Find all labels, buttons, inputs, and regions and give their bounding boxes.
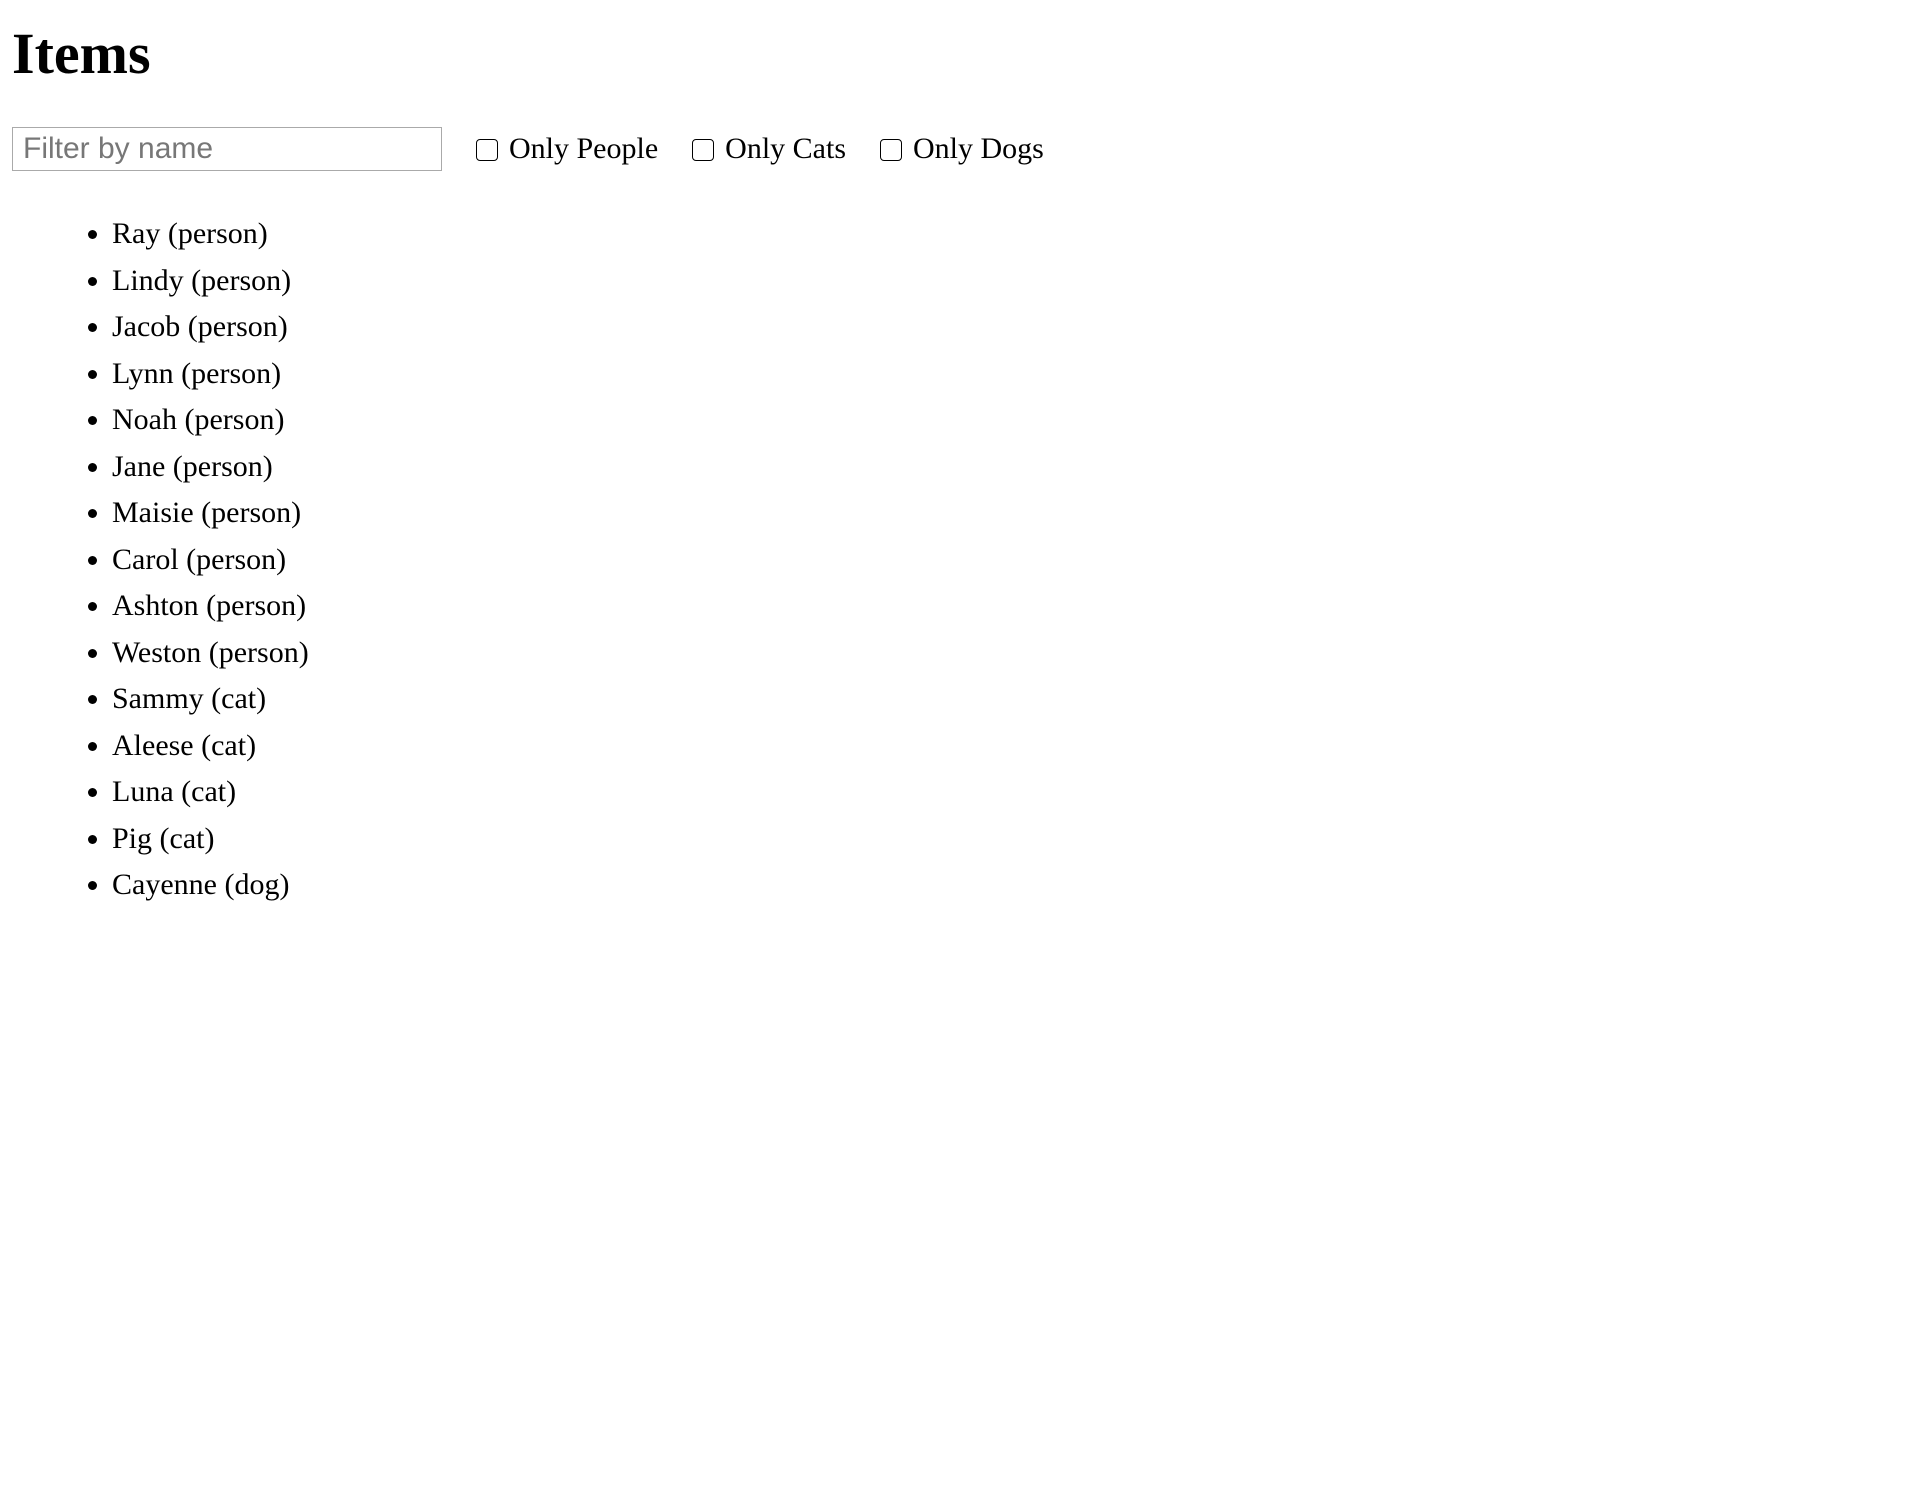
list-item: Ashton (person) (112, 583, 1908, 630)
page-title: Items (12, 20, 1908, 87)
list-item: Carol (person) (112, 537, 1908, 584)
list-item: Lynn (person) (112, 351, 1908, 398)
list-item: Weston (person) (112, 630, 1908, 677)
only-cats-text: Only Cats (725, 132, 846, 166)
only-people-label[interactable]: Only People (472, 132, 658, 166)
list-item: Noah (person) (112, 397, 1908, 444)
filter-row: Only People Only Cats Only Dogs (12, 127, 1908, 171)
filter-name-input[interactable] (12, 127, 442, 171)
list-item: Jacob (person) (112, 304, 1908, 351)
list-item: Sammy (cat) (112, 676, 1908, 723)
list-item: Maisie (person) (112, 490, 1908, 537)
items-list: Ray (person)Lindy (person)Jacob (person)… (12, 211, 1908, 909)
only-cats-label[interactable]: Only Cats (688, 132, 846, 166)
list-item: Luna (cat) (112, 769, 1908, 816)
only-dogs-text: Only Dogs (913, 132, 1044, 166)
list-item: Cayenne (dog) (112, 862, 1908, 909)
list-item: Pig (cat) (112, 816, 1908, 863)
only-cats-checkbox[interactable] (692, 139, 714, 161)
only-people-text: Only People (509, 132, 658, 166)
only-dogs-checkbox[interactable] (880, 139, 902, 161)
list-item: Aleese (cat) (112, 723, 1908, 770)
only-dogs-label[interactable]: Only Dogs (876, 132, 1044, 166)
only-people-checkbox[interactable] (476, 139, 498, 161)
list-item: Ray (person) (112, 211, 1908, 258)
list-item: Jane (person) (112, 444, 1908, 491)
list-item: Lindy (person) (112, 258, 1908, 305)
